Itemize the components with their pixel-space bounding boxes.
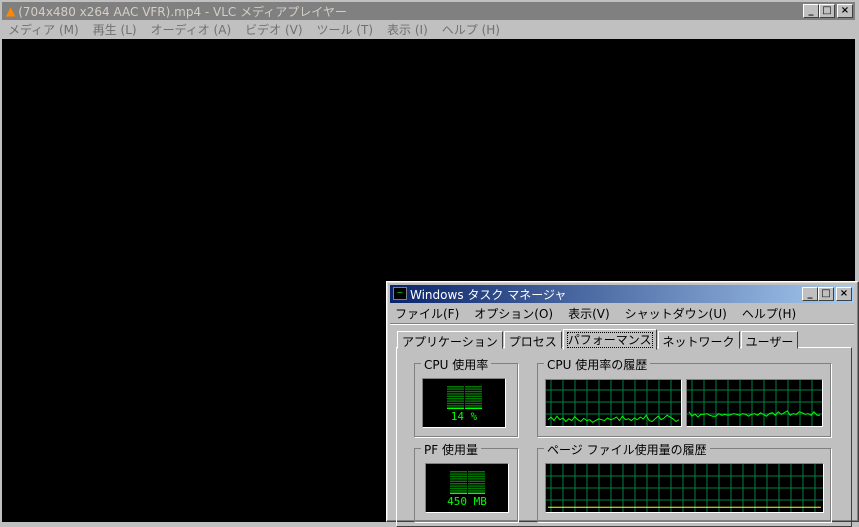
menu-divider xyxy=(390,323,854,325)
tm-menu-bar: ファイル(F) オプション(O) 表示(V) シャットダウン(U) ヘルプ(H) xyxy=(395,304,796,322)
vlc-cone-icon: ▲ xyxy=(6,4,16,18)
meter-segment xyxy=(450,473,467,475)
tab-applications[interactable]: アプリケーション xyxy=(397,331,503,349)
vlc-title-bar[interactable]: ▲ (704x480 x264 AAC VFR).mp4 - VLC メディアプ… xyxy=(2,2,855,20)
maximize-button[interactable]: □ xyxy=(819,4,835,18)
meter-segment xyxy=(468,490,485,492)
pf-meter: 450 MB xyxy=(425,463,509,513)
menu-options[interactable]: オプション(O) xyxy=(474,305,553,322)
meter-segment xyxy=(465,393,482,395)
meter-segment xyxy=(465,386,482,388)
tab-bar: アプリケーション プロセス パフォーマンス ネットワーク ユーザー xyxy=(397,329,799,350)
menu-shutdown[interactable]: シャットダウン(U) xyxy=(625,305,727,322)
menu-media[interactable]: メディア (M) xyxy=(8,21,79,38)
meter-segment xyxy=(450,485,467,487)
meter-segment xyxy=(468,478,485,480)
cpu-history-group: CPU 使用率の履歴 xyxy=(537,356,831,437)
meter-segment xyxy=(468,485,485,487)
meter-segment xyxy=(468,483,485,485)
tm-title-bar[interactable]: ~ Windows タスク マネージャ _ □ × xyxy=(390,285,854,303)
meter-segment xyxy=(465,398,482,400)
close-button[interactable]: × xyxy=(837,4,853,18)
menu-playback[interactable]: 再生 (L) xyxy=(93,21,137,38)
meter-segment xyxy=(450,478,467,480)
meter-segment xyxy=(447,398,464,400)
close-button[interactable]: × xyxy=(836,287,852,301)
pf-history-graph xyxy=(545,463,824,513)
meter-segment xyxy=(465,405,482,407)
meter-segment xyxy=(465,388,482,390)
meter-segment xyxy=(468,492,485,494)
meter-segment xyxy=(465,390,482,393)
meter-segment xyxy=(447,400,464,402)
tab-label: ネットワーク xyxy=(662,335,735,349)
pf-history-group: ページ ファイル使用量の履歴 xyxy=(537,441,831,522)
meter-segment xyxy=(450,475,467,478)
meter-segment xyxy=(447,405,464,407)
meter-segment xyxy=(468,487,485,490)
meter-segment xyxy=(450,483,467,485)
task-manager-icon: ~ xyxy=(393,287,407,300)
cpu-meter-bars xyxy=(447,386,482,409)
menu-view[interactable]: 表示 (I) xyxy=(387,21,428,38)
meter-segment xyxy=(465,407,482,409)
tab-label: ユーザー xyxy=(745,335,794,349)
meter-segment xyxy=(468,471,485,473)
pf-meter-bars xyxy=(450,471,485,494)
maximize-button[interactable]: □ xyxy=(818,287,834,301)
performance-panel: CPU 使用率 14 % CPU 使用率の履歴 PF 使用量 450 MB ペー… xyxy=(396,347,852,527)
meter-segment xyxy=(465,402,482,405)
minimize-button[interactable]: _ xyxy=(803,4,819,18)
meter-segment xyxy=(447,390,464,393)
menu-file[interactable]: ファイル(F) xyxy=(395,305,459,322)
meter-segment xyxy=(450,490,467,492)
pf-usage-label: PF 使用量 xyxy=(421,441,481,458)
tab-performance[interactable]: パフォーマンス xyxy=(562,329,657,350)
tab-label: アプリケーション xyxy=(402,335,498,349)
window-title: (704x480 x264 AAC VFR).mp4 - VLC メディアプレイ… xyxy=(18,4,347,19)
meter-segment xyxy=(468,473,485,475)
vlc-menu-bar: メディア (M) 再生 (L) オーディオ (A) ビデオ (V) ツール (T… xyxy=(2,20,500,38)
cpu0-history-graph xyxy=(545,379,682,427)
tab-users[interactable]: ユーザー xyxy=(740,331,799,349)
pf-usage-group: PF 使用量 450 MB xyxy=(414,441,518,522)
cpu-usage-group: CPU 使用率 14 % xyxy=(414,356,518,437)
meter-segment xyxy=(447,393,464,395)
window-title: Windows タスク マネージャ xyxy=(410,287,567,302)
cpu1-history-graph xyxy=(686,379,823,427)
pf-history-label: ページ ファイル使用量の履歴 xyxy=(544,441,710,458)
meter-segment xyxy=(450,487,467,490)
meter-segment xyxy=(450,480,467,482)
menu-tools[interactable]: ツール (T) xyxy=(317,21,374,38)
tab-label: プロセス xyxy=(508,335,557,349)
menu-view[interactable]: 表示(V) xyxy=(568,305,610,322)
meter-segment xyxy=(447,395,464,397)
cpu-usage-label: CPU 使用率 xyxy=(421,356,492,373)
meter-segment xyxy=(447,386,464,388)
tab-label: パフォーマンス xyxy=(566,332,653,348)
cpu-usage-value: 14 % xyxy=(450,410,478,423)
meter-segment xyxy=(447,407,464,409)
cpu-history-label: CPU 使用率の履歴 xyxy=(544,356,651,373)
task-manager-window: ~ Windows タスク マネージャ _ □ × ファイル(F) オプション(… xyxy=(386,281,859,527)
minimize-button[interactable]: _ xyxy=(802,287,818,301)
meter-segment xyxy=(468,475,485,478)
meter-segment xyxy=(468,480,485,482)
menu-audio[interactable]: オーディオ (A) xyxy=(151,21,232,38)
meter-segment xyxy=(447,388,464,390)
meter-segment xyxy=(465,395,482,397)
tab-processes[interactable]: プロセス xyxy=(503,331,562,349)
menu-help[interactable]: ヘルプ(H) xyxy=(742,305,796,322)
menu-help[interactable]: ヘルプ (H) xyxy=(442,21,500,38)
pf-usage-value: 450 MB xyxy=(447,495,487,508)
meter-segment xyxy=(447,402,464,405)
meter-segment xyxy=(450,471,467,473)
meter-segment xyxy=(465,400,482,402)
cpu-meter: 14 % xyxy=(422,378,506,428)
meter-segment xyxy=(450,492,467,494)
tab-network[interactable]: ネットワーク xyxy=(657,331,740,349)
menu-video[interactable]: ビデオ (V) xyxy=(245,21,302,38)
